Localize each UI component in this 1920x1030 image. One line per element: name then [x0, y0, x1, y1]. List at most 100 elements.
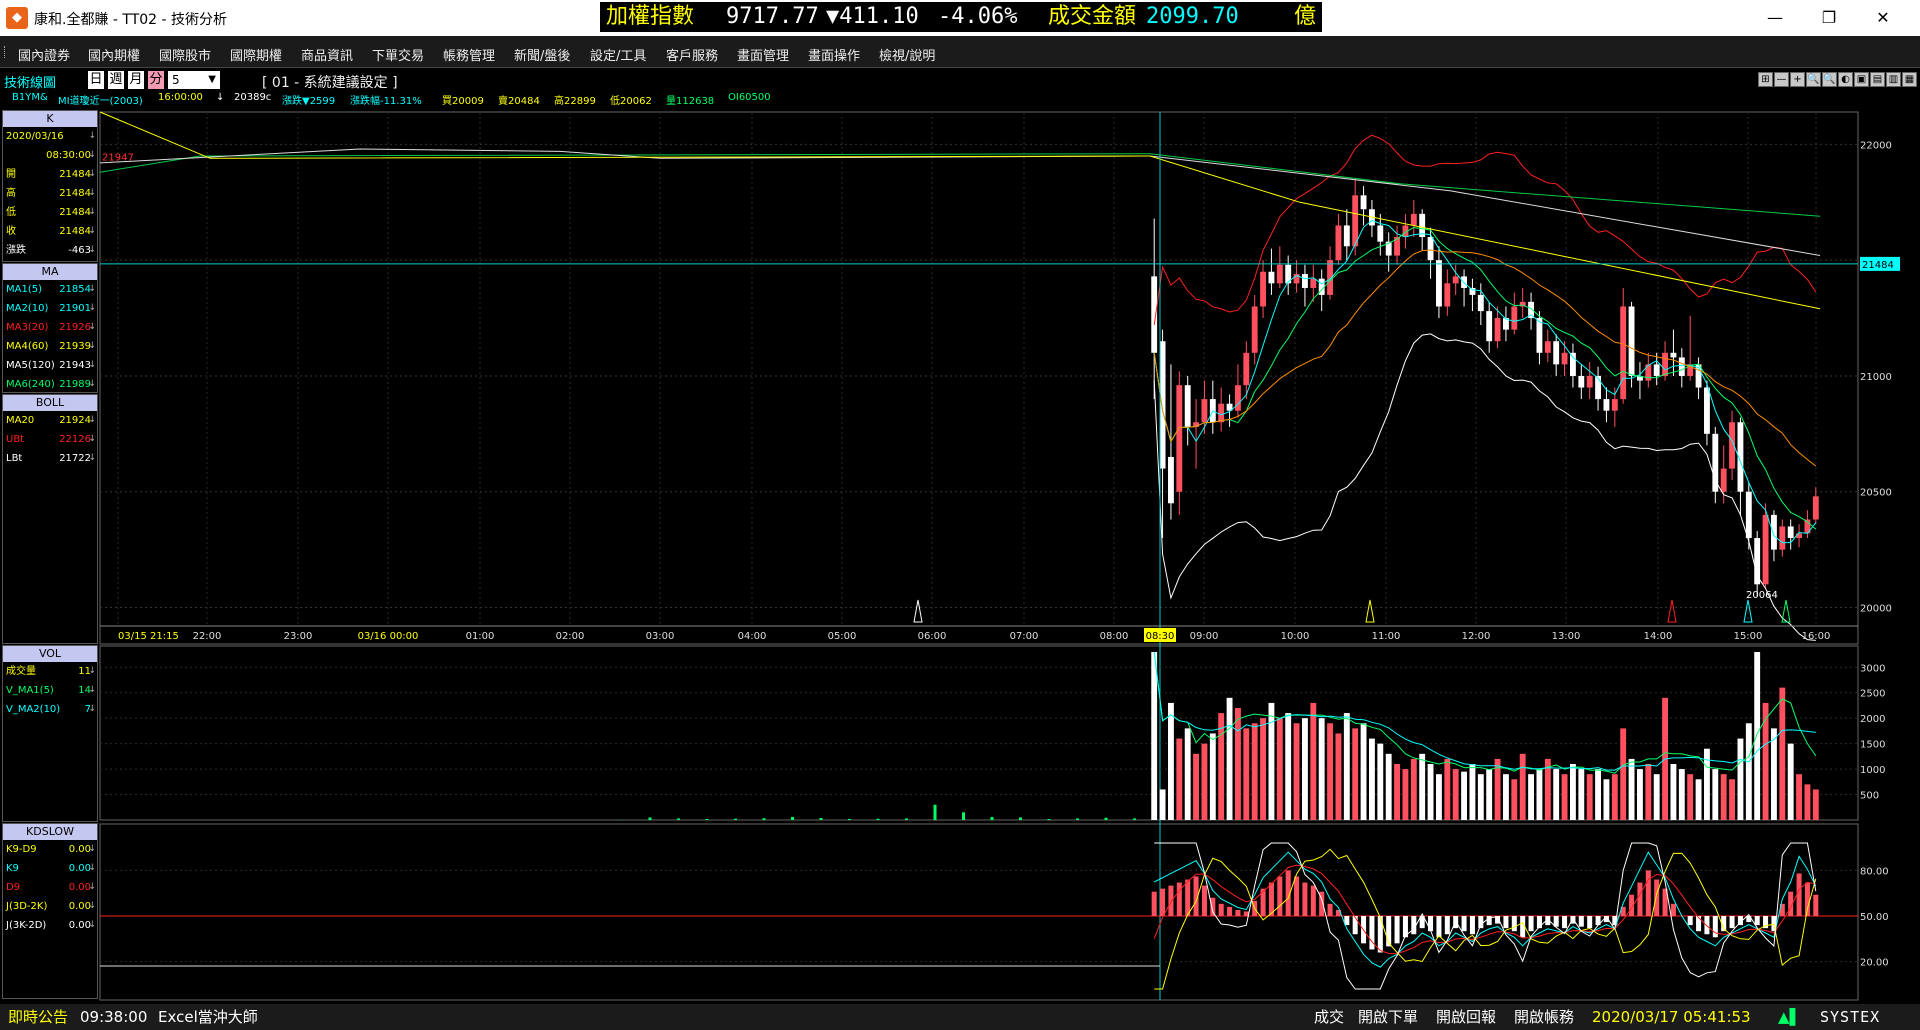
volume-bar [1578, 769, 1585, 820]
time-tick-label: 13:00 [1552, 631, 1581, 642]
volume-bar [1720, 774, 1727, 820]
volume-bar [1402, 769, 1409, 820]
volume-bar [1779, 687, 1786, 820]
volume-bar-pre [990, 816, 994, 820]
volume-bar [1469, 764, 1476, 820]
trades-button[interactable]: 成交 [1314, 1004, 1344, 1030]
volume-bar-pre [677, 818, 680, 820]
candle-body [1745, 491, 1752, 539]
volume-bar [1159, 789, 1166, 820]
volume-bar [1771, 728, 1777, 820]
volume-bar-pre [933, 804, 937, 820]
ma120-line [99, 148, 1821, 256]
pane-frame [99, 645, 1859, 821]
candle-body [1410, 213, 1417, 226]
candle-body [1302, 274, 1308, 288]
volume-bar [1561, 774, 1568, 820]
volume-bar [1369, 738, 1375, 820]
candle-body [1611, 399, 1618, 411]
volume-bar-pre [1047, 818, 1051, 820]
ma240-line [99, 153, 1821, 217]
ma5-line [1153, 219, 1817, 544]
volume-bar-pre [848, 818, 851, 820]
candle-body [1812, 496, 1819, 520]
volume-bar [1812, 789, 1819, 820]
kd-hist-bar [1168, 885, 1174, 916]
kd-hist-bar [1637, 882, 1643, 916]
time-tick-label: 05:00 [828, 631, 857, 642]
candle-body [1536, 318, 1543, 353]
kd-hist-bar [1294, 876, 1300, 916]
volume-bar [1293, 723, 1300, 820]
price-tick-label: 22000 [1860, 140, 1892, 151]
volume-bar [1670, 764, 1677, 820]
open-report-button[interactable]: 開啟回報 [1436, 1004, 1496, 1030]
volume-bar-pre [1133, 818, 1136, 820]
kd-hist-bar [1704, 916, 1710, 935]
candle-body [1645, 364, 1652, 381]
kd-hist-bar [1218, 903, 1224, 916]
candle-body [1779, 526, 1786, 550]
candle-body [1586, 375, 1593, 388]
time-tick-label: 22:00 [193, 631, 222, 642]
volume-bar-pre [705, 818, 709, 820]
volume-bar [1762, 702, 1769, 820]
volume-bar [1151, 652, 1158, 820]
volume-bar [1737, 738, 1744, 820]
volume-bar [1377, 743, 1384, 820]
time-tick-label: 03/16 00:00 [358, 631, 419, 642]
volume-bar [1804, 784, 1811, 820]
candle-body [1184, 385, 1191, 427]
candle-body [1477, 294, 1484, 312]
volume-bar [1201, 743, 1208, 820]
volume-bar-pre [648, 817, 652, 820]
volume-bar-pre [1019, 817, 1022, 820]
volume-bar [1452, 769, 1459, 820]
volume-bar [1184, 728, 1191, 820]
candle-body [1662, 352, 1668, 376]
volume-bar [1419, 753, 1426, 820]
volume-bar-pre [905, 818, 908, 820]
candle-body [1427, 237, 1434, 261]
volume-bar [1553, 769, 1560, 820]
time-tick-label: 15:00 [1734, 631, 1763, 642]
candle-body [1176, 385, 1183, 492]
volume-bar [1754, 652, 1761, 820]
open-account-button[interactable]: 開啟帳務 [1514, 1004, 1574, 1030]
volume-bar-pre [791, 816, 794, 820]
kd-hist-bar [1503, 916, 1509, 929]
volume-bar [1687, 774, 1694, 820]
volume-bar-pre [1104, 817, 1108, 820]
candle-body [1486, 311, 1493, 342]
volume-bar-pre [962, 812, 965, 820]
volume-bar [1410, 758, 1417, 820]
candle-body [1553, 341, 1560, 365]
time-tick-label: 12:00 [1462, 631, 1491, 642]
candle-body [1360, 195, 1367, 210]
volume-bar [1310, 702, 1317, 820]
kd-hist-bar [1227, 906, 1233, 916]
volume-bar [1352, 728, 1359, 820]
volume-bar [1209, 733, 1216, 820]
volume-bar [1486, 769, 1493, 820]
kd-hist-bar [1369, 916, 1375, 950]
open-order-button[interactable]: 開啟下單 [1358, 1004, 1418, 1030]
kd-hist-bar [1813, 894, 1819, 916]
volume-bar [1611, 774, 1618, 820]
volume-bar [1335, 733, 1342, 820]
announce-label[interactable]: 即時公告 [8, 1004, 68, 1030]
kd-hist-bar [1478, 916, 1484, 929]
kd-hist-bar [1394, 916, 1400, 944]
candle-body [1578, 375, 1585, 388]
kd-hist-bar [1670, 903, 1676, 916]
kd-hist-bar [1428, 916, 1434, 932]
technical-chart[interactable]: 2200021500210002050020000214842194720064… [0, 0, 1920, 1004]
price-tick-label: 20500 [1860, 488, 1892, 499]
time-tick-label: 03/15 21:15 [118, 631, 179, 642]
announce-text[interactable]: Excel當沖大師 [158, 1004, 258, 1030]
candle-body [1343, 225, 1350, 247]
volume-bar [1511, 779, 1518, 820]
candle-body [1678, 357, 1685, 376]
kd-hist-bar [1654, 879, 1660, 916]
candle-body [1771, 514, 1777, 550]
